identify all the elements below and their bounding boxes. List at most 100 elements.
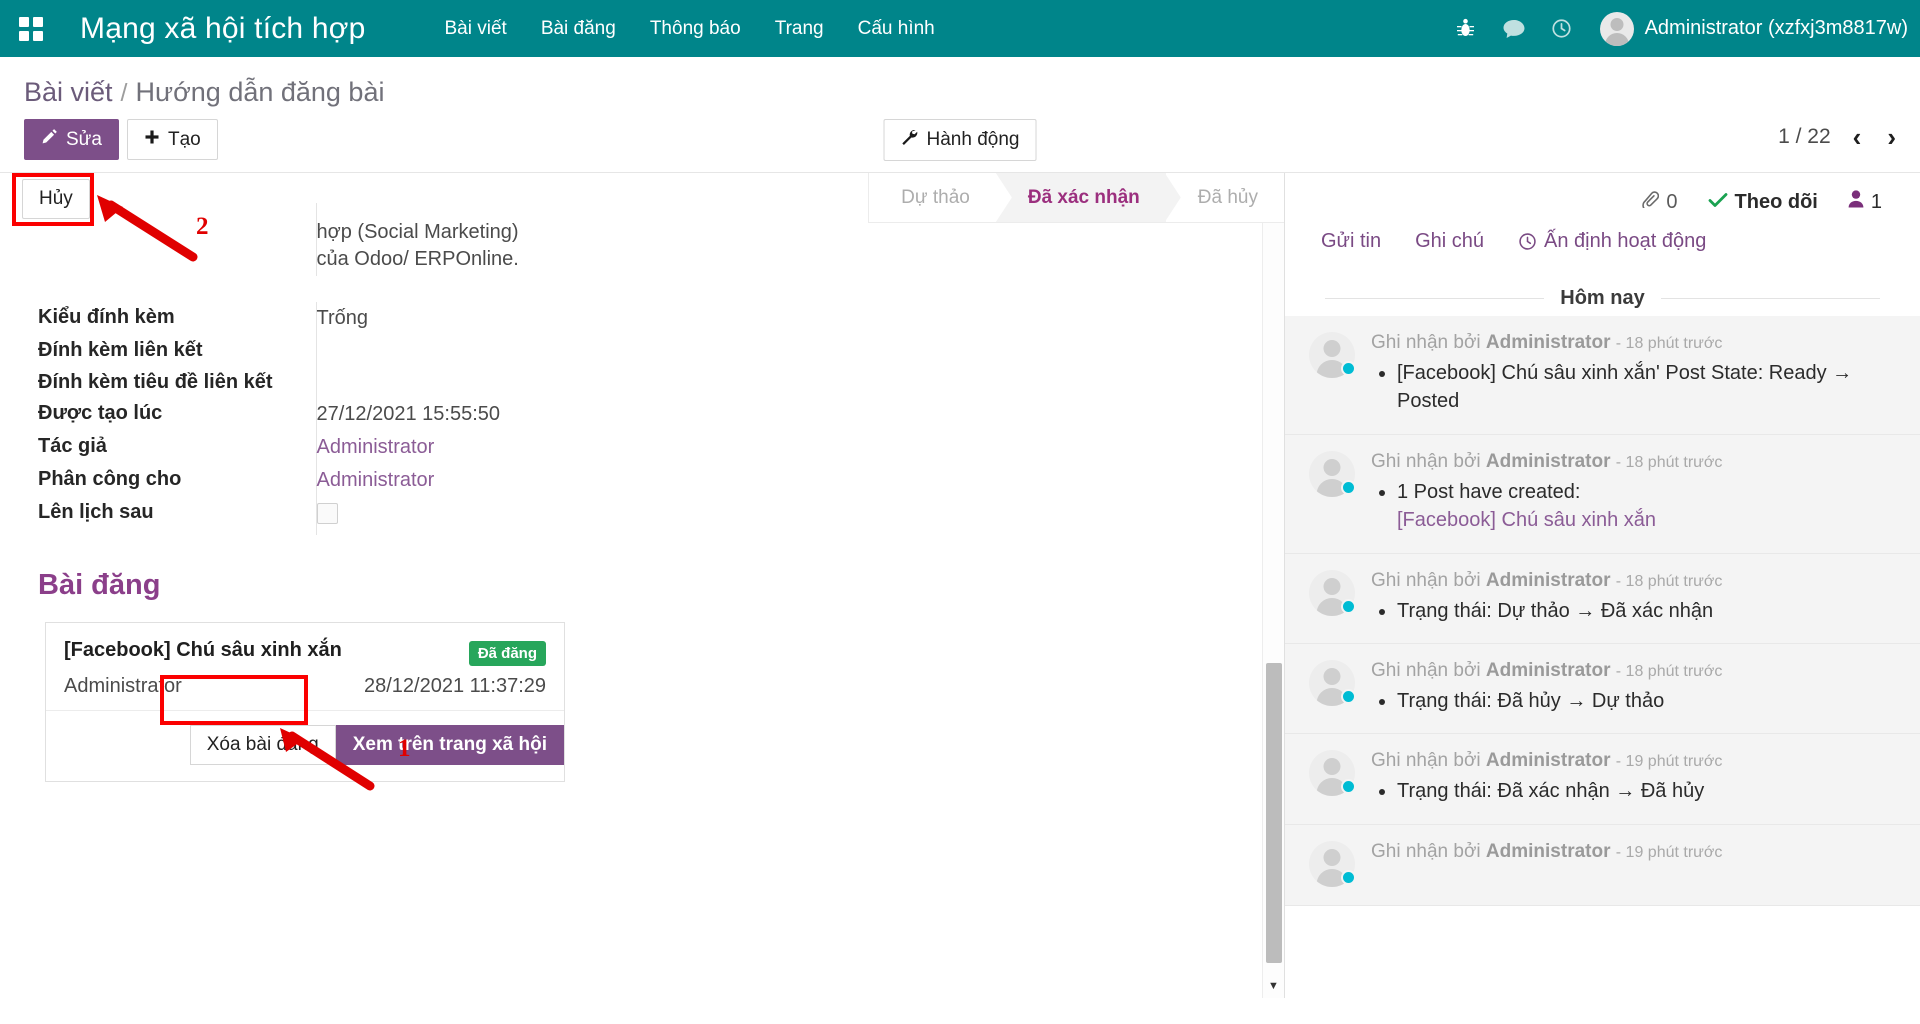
messages-icon[interactable] <box>1490 0 1538 57</box>
message-author[interactable]: Administrator <box>1486 841 1611 862</box>
user-icon <box>1848 190 1864 214</box>
breadcrumb-root[interactable]: Bài viết <box>24 77 113 108</box>
form-sheet-scroll: hợp (Social Marketing) của Odoo/ ERPOnli… <box>0 173 1262 998</box>
nav-item-bai-viet[interactable]: Bài viết <box>428 18 524 40</box>
section-title-posts: Bài đăng <box>38 569 161 602</box>
chatter-message-text: 1 Post have created: <box>1397 480 1581 503</box>
message-author[interactable]: Administrator <box>1486 660 1611 681</box>
field-row-attachment-type: Kiểu đính kèm Trống <box>38 302 786 335</box>
edit-button-label: Sửa <box>66 128 102 150</box>
chatter-message-lines: [Facebook] Chú sâu xinh xắn' Post State:… <box>1371 359 1886 416</box>
nav-item-cau-hinh[interactable]: Cấu hình <box>841 18 952 40</box>
status-draft[interactable]: Dự thảo <box>869 173 996 222</box>
breadcrumb: Bài viết / Hướng dẫn đăng bài <box>0 57 1920 114</box>
post-card-title-row: [Facebook] Chú sâu xinh xắn Đã đăng <box>64 639 546 667</box>
chatter-message-body: Ghi nhận bởi Administrator - 18 phút trư… <box>1371 451 1886 535</box>
post-title[interactable]: [Facebook] Chú sâu xinh xắn <box>64 639 342 662</box>
field-value-author[interactable]: Administrator <box>315 431 786 465</box>
chatter-message-header: Ghi nhận bởi Administrator - 18 phút trư… <box>1371 332 1886 354</box>
view-on-social-button[interactable]: Xem trên trang xã hội <box>335 725 564 766</box>
field-value-attachment-link-title[interactable] <box>315 366 786 399</box>
schedule-activity-button[interactable]: Ấn định hoạt động <box>1518 230 1706 253</box>
chatter-message-line: Trạng thái: Đã hủy → Dự thảo <box>1397 687 1886 715</box>
top-navbar: Mạng xã hội tích hợp Bài viết Bài đăng T… <box>0 0 1920 57</box>
message-author[interactable]: Administrator <box>1486 451 1611 472</box>
log-note-label: Ghi chú <box>1415 230 1485 252</box>
field-label-author: Tác giả <box>38 435 107 458</box>
field-row-created-at: Được tạo lúc 27/12/2021 15:55:50 <box>38 398 786 432</box>
bug-icon[interactable] <box>1442 0 1490 57</box>
chatter-panel: 0 Theo dõi 1 Gửi tin Ghi chú Ấn định hoạ… <box>1285 173 1920 998</box>
annotation-number-1: 1 <box>398 735 411 762</box>
message-author-prefix: Ghi nhận bởi <box>1371 569 1481 591</box>
action-button[interactable]: Hành động <box>883 119 1037 161</box>
annotation-number-2: 2 <box>196 213 209 240</box>
nav-item-trang[interactable]: Trang <box>758 18 841 40</box>
message-timestamp: - 18 phút trước <box>1615 572 1723 590</box>
field-label-created-at: Được tạo lúc <box>38 402 163 425</box>
status-confirmed[interactable]: Đã xác nhận <box>995 173 1166 222</box>
pager-next-button[interactable]: › <box>1883 124 1900 150</box>
chatter-message-lines: Trạng thái: Dự thảo → Đã xác nhận <box>1371 597 1886 625</box>
field-row-attachment-link-title: Đính kèm tiêu đề liên kết <box>38 366 786 399</box>
form-fields-table: hợp (Social Marketing) của Odoo/ ERPOnli… <box>38 203 786 536</box>
form-sheet: hợp (Social Marketing) của Odoo/ ERPOnli… <box>0 173 1262 783</box>
message-timestamp: - 18 phút trước <box>1615 662 1723 680</box>
chatter-message-link[interactable]: [Facebook] Chú sâu xinh xắn <box>1397 506 1886 534</box>
control-panel: Sửa Tạo Hành động 1 / 22 ‹ › <box>0 114 1920 172</box>
field-value-attachment-link[interactable] <box>315 335 786 367</box>
nav-item-bai-dang[interactable]: Bài đăng <box>524 18 633 40</box>
chatter-message-lines: 1 Post have created: [Facebook] Chú sâu … <box>1371 478 1886 535</box>
online-dot-icon <box>1341 869 1356 885</box>
field-row-attachment-link: Đính kèm liên kết <box>38 335 786 367</box>
apps-grid-icon[interactable] <box>0 16 62 41</box>
follow-button[interactable]: Theo dõi <box>1708 191 1818 214</box>
user-menu[interactable]: Administrator (xzfxj3m8817w) <box>1586 11 1916 46</box>
post-author: Administrator <box>64 675 182 698</box>
online-dot-icon <box>1341 779 1356 795</box>
statusbar: Dự thảo Đã xác nhận Đã hủy <box>868 173 1284 223</box>
chatter-message-header: Ghi nhận bởi Administrator - 18 phút trư… <box>1371 660 1886 682</box>
field-row-assigned-to: Phân công cho Administrator <box>38 464 786 498</box>
field-label-assigned-to: Phân công cho <box>38 468 182 491</box>
scroll-down-icon[interactable]: ▼ <box>1263 976 1284 996</box>
chatter-message-header: Ghi nhận bởi Administrator - 18 phút trư… <box>1371 570 1886 592</box>
form-pane: Hủy Dự thảo Đã xác nhận Đã hủy hợp (Soci… <box>0 173 1285 998</box>
followers-button[interactable]: 1 <box>1848 190 1882 214</box>
send-message-button[interactable]: Gửi tin <box>1321 230 1381 253</box>
chatter-message-line: Trạng thái: Dự thảo → Đã xác nhận <box>1397 597 1886 625</box>
edit-button[interactable]: Sửa <box>24 119 119 160</box>
status-cancelled[interactable]: Đã hủy <box>1165 173 1284 222</box>
form-scrollbar[interactable]: ▲ ▼ <box>1262 173 1284 998</box>
activity-clock-icon[interactable] <box>1538 0 1586 57</box>
check-icon <box>1708 191 1728 214</box>
followers-count: 1 <box>1870 190 1882 213</box>
scrollbar-thumb[interactable] <box>1266 663 1282 963</box>
delete-post-button[interactable]: Xóa bài đăng <box>189 725 336 766</box>
status-badge: Đã đăng <box>468 641 546 667</box>
schedule-later-checkbox[interactable] <box>316 503 338 525</box>
field-value-assigned-to[interactable]: Administrator <box>315 464 786 498</box>
chatter-message-line: Trạng thái: Đã xác nhận → Đã hủy <box>1397 777 1886 805</box>
field-value-attachment-type[interactable]: Trống <box>315 302 786 335</box>
pager: 1 / 22 ‹ › <box>1778 124 1900 150</box>
message-author[interactable]: Administrator <box>1486 332 1611 353</box>
avatar <box>1309 840 1356 887</box>
message-author[interactable]: Administrator <box>1486 570 1611 591</box>
pager-previous-button[interactable]: ‹ <box>1849 124 1866 150</box>
day-separator-line-left <box>1325 298 1545 299</box>
discard-button-label: Hủy <box>39 188 73 209</box>
chatter-message-header: Ghi nhận bởi Administrator - 19 phút trư… <box>1371 841 1886 863</box>
message-author[interactable]: Administrator <box>1486 750 1611 771</box>
clipped-description-value: hợp (Social Marketing) của Odoo/ ERPOnli… <box>315 203 786 276</box>
app-brand-title[interactable]: Mạng xã hội tích hợp <box>62 12 366 46</box>
attachments-button[interactable]: 0 <box>1641 190 1678 214</box>
navbar-right-tools: Administrator (xzfxj3m8817w) <box>1442 0 1920 57</box>
log-note-button[interactable]: Ghi chú <box>1415 230 1484 253</box>
create-button[interactable]: Tạo <box>126 119 218 160</box>
main-area: Hủy Dự thảo Đã xác nhận Đã hủy hợp (Soci… <box>0 172 1920 998</box>
plus-icon <box>144 129 160 151</box>
nav-item-thong-bao[interactable]: Thông báo <box>633 18 758 40</box>
discard-button[interactable]: Hủy <box>22 179 90 219</box>
chatter-topbar: 0 Theo dõi 1 <box>1285 173 1920 222</box>
